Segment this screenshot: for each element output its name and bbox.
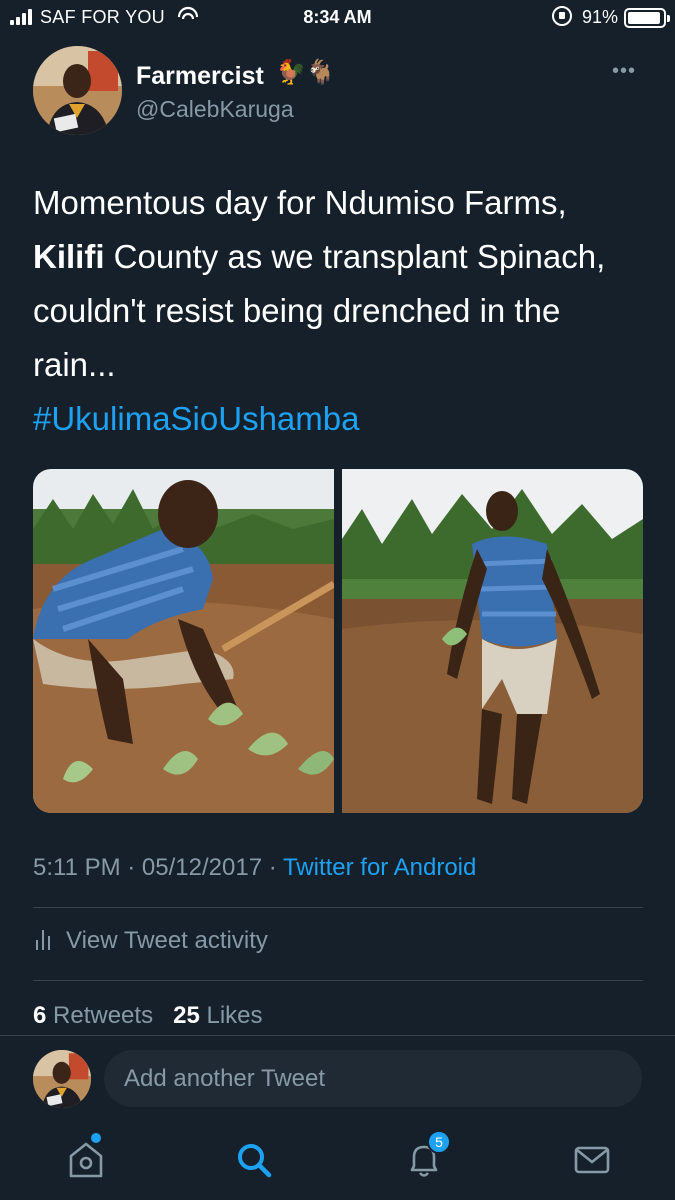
retweets-count: 6 <box>33 1002 47 1029</box>
divider <box>33 907 643 908</box>
orientation-lock-icon <box>552 6 572 26</box>
tweet-photo-1[interactable] <box>33 469 334 813</box>
likes-count: 25 <box>173 1002 200 1029</box>
name-emojis: 🐓🐐 <box>276 58 336 86</box>
status-bar: SAF FOR YOU 8:34 AM 91% <box>0 0 675 36</box>
home-icon <box>69 1142 103 1178</box>
divider <box>0 1035 675 1036</box>
retweets-stat[interactable]: 6 Retweets <box>33 1002 153 1029</box>
status-time: 8:34 AM <box>303 7 372 27</box>
tweet-timestamp: 5:11 PM · 05/12/2017 · <box>33 854 283 881</box>
mail-icon <box>574 1146 610 1174</box>
hashtag-link[interactable]: #UkulimaSioUshamba <box>33 392 643 446</box>
bar-chart-icon <box>36 930 54 950</box>
battery-percent: 91% <box>582 7 619 27</box>
author-handle[interactable]: @CalebKaruga <box>136 96 294 123</box>
current-user-avatar[interactable] <box>33 1050 91 1108</box>
divider <box>33 980 643 981</box>
tweet-source-link[interactable]: Twitter for Android <box>283 854 476 881</box>
more-options-icon[interactable]: ••• <box>612 60 644 90</box>
tweet-text-line: couldn't resist being drenched in the <box>33 292 561 329</box>
retweets-label: Retweets <box>46 1002 154 1029</box>
tweet-media <box>33 469 643 813</box>
author-display-name[interactable]: Farmercist <box>136 62 264 91</box>
home-tab[interactable] <box>64 1133 108 1182</box>
tweet-meta: 5:11 PM · 05/12/2017 · Twitter for Andro… <box>33 854 476 882</box>
view-activity-label: View Tweet activity <box>66 927 268 954</box>
new-content-dot <box>91 1133 101 1143</box>
reply-placeholder: Add another Tweet <box>124 1065 326 1092</box>
tab-bar: 5 <box>0 1120 675 1200</box>
view-activity-button[interactable]: View Tweet activity <box>36 927 268 955</box>
notifications-tab[interactable]: 5 <box>402 1130 451 1182</box>
tweet-text-line: Momentous day for Ndumiso Farms, <box>33 184 567 221</box>
likes-stat[interactable]: 25 Likes <box>173 1002 262 1029</box>
messages-tab[interactable] <box>570 1138 614 1182</box>
author-avatar[interactable] <box>33 46 122 135</box>
tweet-photo-2[interactable] <box>342 469 643 813</box>
likes-label: Likes <box>199 1002 263 1029</box>
tweet-text-line: rain... <box>33 346 116 383</box>
search-tab[interactable] <box>232 1138 276 1182</box>
tweet-text-line: County as we transplant Spinach, <box>104 238 606 275</box>
engagement-stats: 6 Retweets 25 Likes <box>33 1002 263 1030</box>
battery-icon <box>624 8 670 28</box>
tweet-text-bold: Kilifi <box>33 238 105 275</box>
search-icon <box>238 1144 272 1178</box>
notifications-badge: 5 <box>427 1130 451 1154</box>
reply-input[interactable]: Add another Tweet <box>104 1050 642 1107</box>
tweet-text: Momentous day for Ndumiso Farms, Kilifi … <box>33 176 643 446</box>
